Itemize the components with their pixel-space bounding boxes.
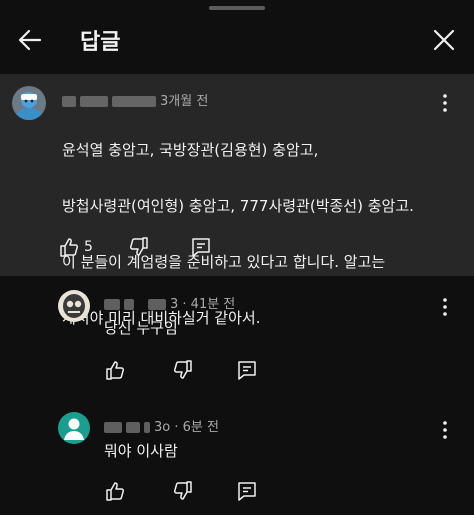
reply-text: 뭐야 이사람: [104, 442, 178, 460]
avatar[interactable]: [12, 86, 46, 120]
thumb-down-icon[interactable]: [172, 480, 194, 502]
thumb-down-icon[interactable]: [128, 236, 150, 258]
header: 답글: [0, 14, 474, 70]
comment-line: 윤석열 충암고, 국방장관(김용현) 충암고,: [62, 141, 319, 159]
thumb-up-icon[interactable]: [58, 236, 80, 258]
page-title: 답글: [80, 30, 121, 55]
comment-time: 3개월 전: [160, 94, 209, 109]
parent-comment: 3개월 전 윤석열 충암고, 국방장관(김용현) 충암고, 방첩사령관(여인형)…: [0, 74, 474, 327]
reply-meta: 3o · 6분 전: [104, 416, 219, 435]
reply-meta: 3 · 41분 전: [104, 293, 235, 312]
comment-line: 방첩사령관(여인형) 충암고, 777사령관(박종선) 충암고.: [62, 197, 414, 215]
reply-icon[interactable]: [190, 236, 212, 258]
reply-time: 3o · 6분 전: [154, 420, 219, 435]
more-vert-icon[interactable]: [437, 419, 453, 441]
more-vert-icon[interactable]: [437, 296, 453, 318]
back-arrow-icon[interactable]: [16, 26, 44, 54]
reply-icon[interactable]: [236, 359, 258, 381]
thumb-up-icon[interactable]: [104, 359, 126, 381]
thumb-up-icon[interactable]: [104, 480, 126, 502]
reply-time: 3 · 41분 전: [170, 297, 236, 312]
comment-meta: 3개월 전: [62, 90, 208, 109]
avatar[interactable]: [58, 412, 90, 444]
close-icon[interactable]: [430, 26, 458, 54]
more-vert-icon[interactable]: [437, 92, 453, 114]
like-count: 5: [84, 239, 93, 255]
comment-line: 이 분들이 계엄령을 준비하고 있다고 합니다. 알고는: [62, 253, 386, 271]
avatar[interactable]: [58, 290, 90, 322]
reply-text: 당신 누구임: [104, 319, 178, 337]
reply-icon[interactable]: [236, 480, 258, 502]
thumb-down-icon[interactable]: [172, 359, 194, 381]
drag-handle[interactable]: [209, 6, 265, 10]
